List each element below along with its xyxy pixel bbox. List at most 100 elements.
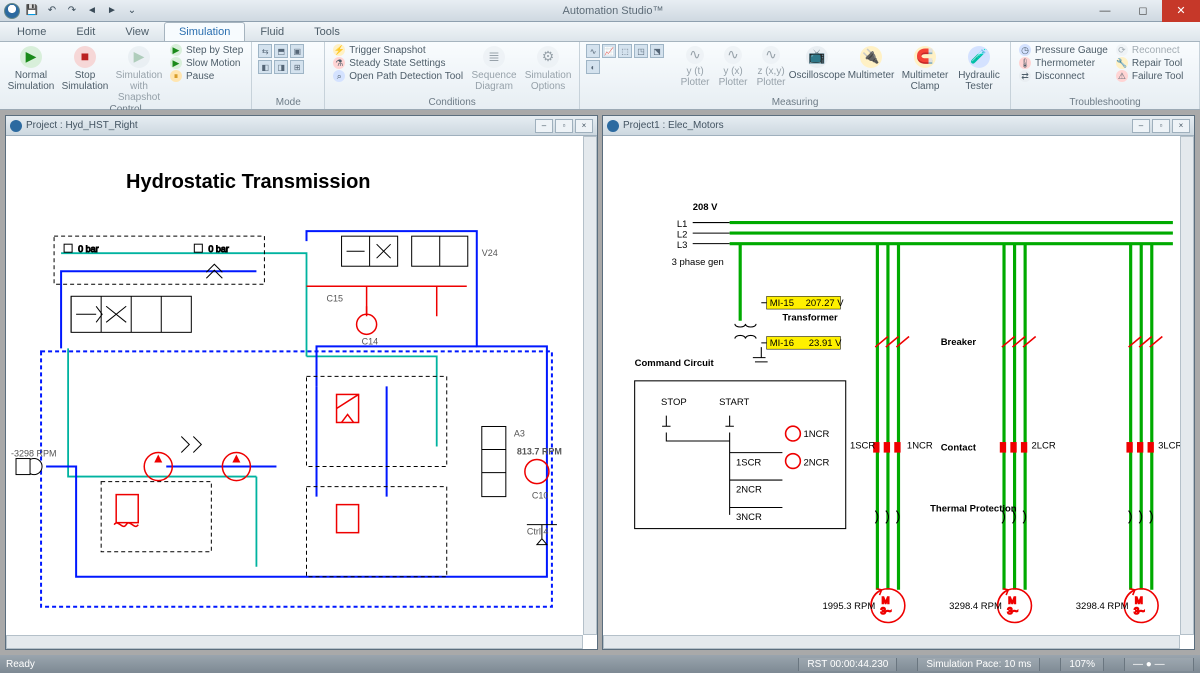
mode-icon[interactable]: ⬒ [274,44,288,58]
qat-redo-icon[interactable]: ↷ [64,3,80,19]
doc-titlebar-right[interactable]: Project1 : Elec_Motors – ▫ × [603,116,1194,136]
pressure-gauge-button[interactable]: ◷Pressure Gauge [1017,44,1110,56]
plot-icon[interactable]: 📈 [602,44,616,58]
hydraulic-tester-button[interactable]: 🧪Hydraulic Tester [954,44,1004,92]
plotter-yt-button[interactable]: ∿y (t) Plotter [678,44,712,88]
slow-button[interactable]: ▶Slow Motion [168,57,245,69]
svg-text:3~: 3~ [881,606,892,617]
doc-min-icon[interactable]: – [535,119,553,133]
electrical-canvas[interactable]: 208 V L1 L2 L3 3 phase gen [603,136,1194,649]
svg-text:1NCR: 1NCR [907,440,933,451]
svg-text:3298.4 RPM: 3298.4 RPM [1076,601,1129,612]
doc-close-icon[interactable]: × [1172,119,1190,133]
status-zoom[interactable]: 107% [1060,658,1104,671]
doc-max-icon[interactable]: ▫ [555,119,573,133]
svg-text:Contact: Contact [941,442,977,453]
zoom-slider[interactable]: — ● — [1124,658,1194,671]
sim-options-button[interactable]: ⚙Simulation Options [523,44,573,92]
plotter-yx-button[interactable]: ∿y (x) Plotter [716,44,750,88]
qat-undo-icon[interactable]: ↶ [44,3,60,19]
svg-text:C15: C15 [327,293,344,303]
qat-right-icon[interactable]: ► [104,3,120,19]
failure-tool-button[interactable]: ⚠Failure Tool [1114,70,1186,82]
svg-text:L3: L3 [677,240,688,251]
tab-fluid[interactable]: Fluid [245,22,299,41]
hydraulic-schematic: C15 C14 V24 0 bar 0 bar A3 C10 Ctrl 4 [6,136,597,649]
qat-more-icon[interactable]: ⌄ [124,3,140,19]
titlebar: 💾 ↶ ↷ ◄ ► ⌄ Automation Studio™ — ◻ ✕ [0,0,1200,22]
svg-text:M: M [1008,596,1016,607]
svg-text:3298.4 RPM: 3298.4 RPM [949,601,1002,612]
multimeter-button[interactable]: 🔌Multimeter [846,44,896,81]
oscilloscope-button[interactable]: 📺Oscilloscope [792,44,842,81]
doc-close-icon[interactable]: × [575,119,593,133]
svg-text:Thermal Protection: Thermal Protection [930,504,1017,515]
ribbon: ▶Normal Simulation ■Stop Simulation ▶Sim… [0,42,1200,110]
vscroll[interactable] [583,136,597,635]
tab-simulation[interactable]: Simulation [164,22,245,41]
status-bar: Ready RST 00:00:44.230 Simulation Pace: … [0,655,1200,673]
thermometer-button[interactable]: 🌡Thermometer [1017,57,1110,69]
sequence-diagram-button[interactable]: ≣Sequence Diagram [469,44,519,92]
plot-icon[interactable]: ⬚ [618,44,632,58]
maximize-button[interactable]: ◻ [1124,0,1162,22]
tab-tools[interactable]: Tools [299,22,355,41]
normal-sim-button[interactable]: ▶Normal Simulation [6,44,56,92]
group-label-mode: Mode [258,96,318,109]
plotter-zxy-button[interactable]: ∿z (x,y) Plotter [754,44,788,88]
svg-text:STOP: STOP [661,397,687,408]
doc-icon [607,120,619,132]
tab-home[interactable]: Home [2,22,61,41]
hscroll[interactable] [6,635,583,649]
doc-icon [10,120,22,132]
ribbon-group-mode: ⇆ ⬒ ▣ ◧ ◨ ⊞ Mode [252,42,325,109]
doc-max-icon[interactable]: ▫ [1152,119,1170,133]
svg-text:813.7 RPM: 813.7 RPM [517,447,562,457]
svg-text:3~: 3~ [1134,606,1145,617]
ribbon-group-trouble: ◷Pressure Gauge 🌡Thermometer ⇄Disconnect… [1011,42,1200,109]
stop-sim-button[interactable]: ■Stop Simulation [60,44,110,92]
svg-text:Ctrl 4: Ctrl 4 [527,527,549,537]
vscroll[interactable] [1180,136,1194,635]
trigger-snapshot-button[interactable]: ⚡Trigger Snapshot [331,44,465,56]
step-button[interactable]: ▶Step by Step [168,44,245,56]
repair-tool-button[interactable]: 🔧Repair Tool [1114,57,1186,69]
tab-edit[interactable]: Edit [61,22,110,41]
status-rst: RST 00:00:44.230 [798,658,897,671]
qat-save-icon[interactable]: 💾 [24,3,40,19]
reconnect-button[interactable]: ⟳Reconnect [1114,44,1186,56]
pause-button[interactable]: ⏸Pause [168,70,245,82]
plot-icon[interactable]: ⬔ [650,44,664,58]
hscroll[interactable] [603,635,1180,649]
plot-icon[interactable]: ◳ [634,44,648,58]
svg-text:C10: C10 [532,491,549,501]
doc-hydraulic: Project : Hyd_HST_Right – ▫ × Hydrostati… [5,115,598,650]
open-path-button[interactable]: ⌕Open Path Detection Tool [331,70,465,82]
mode-icon[interactable]: ⊞ [290,60,304,74]
mode-icon[interactable]: ⇆ [258,44,272,58]
hydraulic-canvas[interactable]: Hydrostatic Transmission [6,136,597,649]
minimize-button[interactable]: — [1086,0,1124,22]
mode-icon[interactable]: ▣ [290,44,304,58]
sim-snapshot-button[interactable]: ▶Simulation with Snapshot [114,44,164,103]
svg-text:START: START [719,397,749,408]
plot-icon[interactable]: ◐ [586,60,600,74]
disconnect-button[interactable]: ⇄Disconnect [1017,70,1110,82]
plot-icon[interactable]: ∿ [586,44,600,58]
doc-titlebar-left[interactable]: Project : Hyd_HST_Right – ▫ × [6,116,597,136]
svg-text:1SCR: 1SCR [850,440,875,451]
svg-text:Breaker: Breaker [941,337,977,348]
close-button[interactable]: ✕ [1162,0,1200,22]
tab-view[interactable]: View [110,22,164,41]
app-icon [4,3,20,19]
steady-state-button[interactable]: ⚗Steady State Settings [331,57,465,69]
multimeter-clamp-button[interactable]: 🧲Multimeter Clamp [900,44,950,92]
mode-icon[interactable]: ◨ [274,60,288,74]
workspace: Project : Hyd_HST_Right – ▫ × Hydrostati… [0,110,1200,655]
group-label-measuring: Measuring [586,96,1004,109]
doc-min-icon[interactable]: – [1132,119,1150,133]
ribbon-group-conditions: ⚡Trigger Snapshot ⚗Steady State Settings… [325,42,580,109]
qat-left-icon[interactable]: ◄ [84,3,100,19]
svg-text:208 V: 208 V [693,202,718,213]
mode-icon[interactable]: ◧ [258,60,272,74]
